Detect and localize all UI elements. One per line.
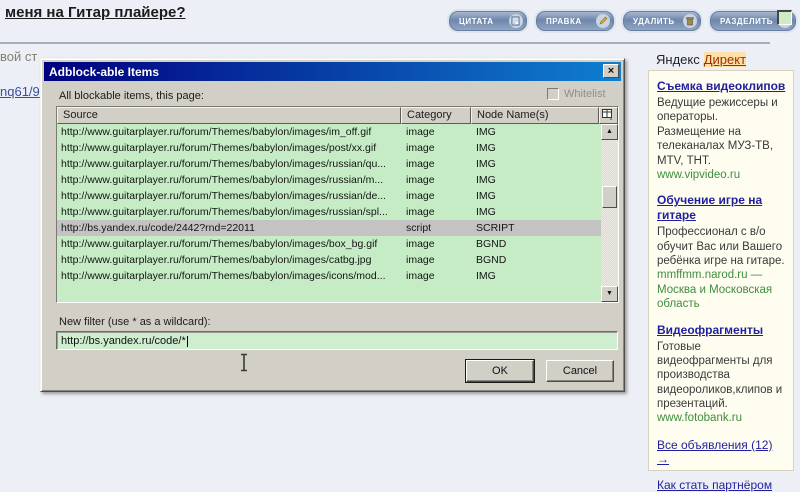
cancel-button[interactable]: Cancel (546, 360, 614, 382)
table-row[interactable]: http://www.guitarplayer.ru/forum/Themes/… (57, 188, 601, 204)
ok-button[interactable]: OK (465, 359, 535, 383)
cell-node: IMG (476, 270, 496, 282)
direct-link[interactable]: Директ (703, 52, 747, 67)
blockable-items-table: Source Category Node Name(s) http://www.… (56, 106, 619, 303)
table-row[interactable]: http://www.guitarplayer.ru/forum/Themes/… (57, 124, 601, 140)
close-icon[interactable]: × (603, 64, 619, 78)
items-label: All blockable items, this page: (59, 90, 204, 102)
page-text-fragment: вой ст (0, 49, 38, 64)
cell-category: image (406, 254, 435, 266)
cell-source: http://www.guitarplayer.ru/forum/Themes/… (61, 174, 384, 186)
table-row[interactable]: http://www.guitarplayer.ru/forum/Themes/… (57, 236, 601, 252)
edit-button[interactable]: ПРАВКА (536, 11, 614, 31)
cell-category: image (406, 190, 435, 202)
cell-source: http://www.guitarplayer.ru/forum/Themes/… (61, 238, 378, 250)
new-filter-input[interactable]: http://bs.yandex.ru/code/* (56, 331, 618, 350)
ad-url-text: www.vipvideo.ru (657, 168, 741, 181)
cell-node: BGND (476, 254, 507, 266)
quote-button-label: ЦИТАТА (459, 16, 494, 26)
column-header-node[interactable]: Node Name(s) (471, 107, 599, 124)
table-body: http://www.guitarplayer.ru/forum/Themes/… (57, 124, 601, 302)
partner-link[interactable]: Как стать партнёром (657, 478, 787, 492)
all-ads-link[interactable]: Все объявления (12) → (657, 438, 787, 466)
cell-node: IMG (476, 206, 496, 218)
cell-category: image (406, 206, 435, 218)
text-caret (186, 336, 188, 347)
topic-title[interactable]: меня на Гитар плайере? (5, 4, 186, 21)
quote-icon (509, 14, 523, 28)
cell-source: http://www.guitarplayer.ru/forum/Themes/… (61, 254, 372, 266)
table-header-row: Source Category Node Name(s) (57, 107, 618, 124)
table-row[interactable]: http://www.guitarplayer.ru/forum/Themes/… (57, 204, 601, 220)
cell-source: http://www.guitarplayer.ru/forum/Themes/… (61, 158, 387, 170)
new-filter-value: http://bs.yandex.ru/code/* (61, 335, 186, 347)
scrollbar-thumb[interactable] (602, 186, 617, 208)
scroll-down-icon[interactable]: ▼ (601, 286, 618, 302)
ad-url-text: www.fotobank.ru (657, 412, 743, 425)
column-header-category[interactable]: Category (401, 107, 471, 124)
new-filter-label: New filter (use * as a wildcard): (59, 316, 211, 328)
cell-source: http://www.guitarplayer.ru/forum/Themes/… (61, 190, 387, 202)
cell-node: IMG (476, 158, 496, 170)
cell-category: image (406, 158, 435, 170)
column-picker-icon[interactable] (599, 107, 618, 124)
table-row[interactable]: http://bs.yandex.ru/code/2442?rnd=22011 … (57, 220, 601, 236)
cell-source: http://www.guitarplayer.ru/forum/Themes/… (61, 126, 372, 138)
cell-source: http://www.guitarplayer.ru/forum/Themes/… (61, 206, 388, 218)
table-row[interactable]: http://www.guitarplayer.ru/forum/Themes/… (57, 268, 601, 284)
whitelist-label: Whitelist (564, 88, 606, 100)
adblock-dialog: Adblock-able Items × All blockable items… (40, 58, 625, 392)
column-header-source[interactable]: Source (57, 107, 401, 124)
yandex-direct-adbox: Съемка видеоклипов Ведущие режиссеры и о… (648, 70, 794, 492)
cell-node: IMG (476, 126, 496, 138)
cell-source: http://www.guitarplayer.ru/forum/Themes/… (61, 270, 386, 282)
table-row[interactable]: http://www.guitarplayer.ru/forum/Themes/… (57, 140, 601, 156)
cell-node: SCRIPT (476, 222, 515, 234)
table-row[interactable]: http://www.guitarplayer.ru/forum/Themes/… (57, 252, 601, 268)
cell-node: BGND (476, 238, 507, 250)
cell-source: http://www.guitarplayer.ru/forum/Themes/… (61, 142, 377, 154)
cell-category: image (406, 174, 435, 186)
cell-category: script (406, 222, 432, 234)
edit-pencil-icon (596, 14, 610, 28)
yandex-direct-header: Яндекс Директ (656, 52, 747, 67)
cell-source: http://bs.yandex.ru/code/2442?rnd=22011 (61, 222, 255, 234)
dialog-titlebar[interactable]: Adblock-able Items × (44, 62, 621, 81)
cell-node: IMG (476, 142, 496, 154)
table-scrollbar[interactable]: ▲ ▼ (601, 124, 618, 302)
checkbox-icon (547, 88, 559, 100)
table-row[interactable]: http://www.guitarplayer.ru/forum/Themes/… (57, 172, 601, 188)
ad-url-text: mmffmm.narod.ru — Москва и Московская об… (657, 269, 773, 311)
cell-category: image (406, 142, 435, 154)
post-select-checkbox[interactable] (777, 10, 792, 25)
cell-node: IMG (476, 190, 496, 202)
cell-category: image (406, 126, 435, 138)
header-divider (0, 42, 770, 44)
ad-title-link[interactable]: Видеофрагменты (657, 323, 787, 338)
cell-node: IMG (476, 174, 496, 186)
ad-body-text: Профессионал с в/о обучит Вас или Вашего… (657, 226, 785, 267)
scroll-up-icon[interactable]: ▲ (601, 124, 618, 140)
table-row[interactable]: http://www.guitarplayer.ru/forum/Themes/… (57, 156, 601, 172)
cell-category: image (406, 270, 435, 282)
page-link-fragment[interactable]: nq61/9 (0, 84, 40, 99)
ad-body-text: Готовые видеофрагменты для производства … (657, 340, 783, 411)
delete-button-label: УДАЛИТЬ (633, 16, 675, 26)
dialog-title: Adblock-able Items (49, 64, 160, 79)
delete-button[interactable]: УДАЛИТЬ (623, 11, 701, 31)
ad-body-text: Ведущие режиссеры и операторы. Размещени… (657, 97, 778, 167)
yandex-label: Яндекс (656, 52, 700, 67)
ad-title-link[interactable]: Обучение игре на гитаре (657, 193, 787, 223)
cell-category: image (406, 238, 435, 250)
edit-button-label: ПРАВКА (546, 16, 582, 26)
ad-title-link[interactable]: Съемка видеоклипов (657, 79, 787, 94)
quote-button[interactable]: ЦИТАТА (449, 11, 527, 31)
ad-item: Обучение игре на гитаре Профессионал с в… (657, 193, 787, 311)
delete-trash-icon (683, 14, 697, 28)
ad-item: Видеофрагменты Готовые видеофрагменты дл… (657, 323, 787, 426)
whitelist-checkbox[interactable]: Whitelist (547, 88, 606, 100)
ad-item: Съемка видеоклипов Ведущие режиссеры и о… (657, 79, 787, 182)
split-button-label: РАЗДЕЛИТЬ (720, 16, 773, 26)
post-toolbar: ЦИТАТА ПРАВКА УДАЛИТЬ РАЗДЕЛИТЬ (449, 11, 796, 31)
